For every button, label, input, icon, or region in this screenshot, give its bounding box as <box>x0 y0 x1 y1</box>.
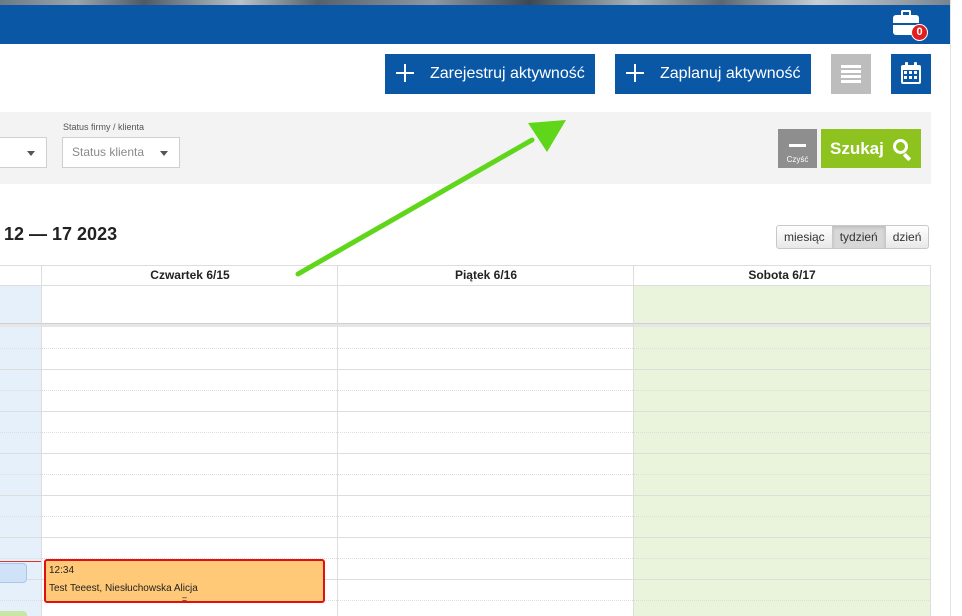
page-scrollbar-area <box>950 0 962 616</box>
event-time: 12:34 <box>49 565 75 576</box>
day-column-divider <box>337 266 338 616</box>
list-icon-line <box>841 65 861 68</box>
day-header-thursday[interactable]: Czwartek 6/15 <box>41 266 338 286</box>
client-status-select[interactable]: Status klienta <box>62 137 180 168</box>
list-icon-line <box>841 75 861 78</box>
time-slot-line <box>0 474 931 475</box>
plan-activity-button[interactable]: Zaplanuj aktywność <box>615 54 811 94</box>
time-slot-line <box>0 516 931 517</box>
clear-filters-label: Czyść <box>786 155 809 164</box>
weekend-column-background <box>634 286 931 616</box>
time-slot-line <box>0 537 931 538</box>
all-day-separator <box>0 323 931 327</box>
cart-count-badge: 0 <box>911 24 928 41</box>
time-slot-line <box>0 432 931 433</box>
time-slot-line <box>0 453 931 454</box>
event-title: Test Teeest, Niesłuchowska Alicja <box>49 583 198 594</box>
current-time-indicator <box>0 561 41 562</box>
clear-filters-button[interactable]: Czyść <box>778 129 817 168</box>
day-header-friday[interactable]: Piątek 6/16 <box>337 266 634 286</box>
day-header-saturday[interactable]: Sobota 6/17 <box>633 266 931 286</box>
plus-icon <box>626 64 644 82</box>
time-slot-line <box>0 348 931 349</box>
chevron-down-icon <box>160 151 168 156</box>
list-view-button[interactable] <box>831 54 871 94</box>
search-icon <box>893 139 908 154</box>
list-icon-line <box>841 80 861 83</box>
plus-icon <box>396 64 414 82</box>
day-column-divider <box>633 266 634 616</box>
time-slot-line <box>0 411 931 412</box>
view-day-button[interactable]: dzień <box>884 225 930 249</box>
plan-activity-label: Zaplanuj aktywność <box>660 65 801 82</box>
calendar-event-partial[interactable] <box>0 611 27 616</box>
view-week-button[interactable]: tydzień <box>831 225 886 249</box>
calendar-event[interactable]: 12:34 Test Teeest, Niesłuchowska Alicja … <box>44 559 325 604</box>
client-status-label: Status firmy / klienta <box>63 122 145 132</box>
day-column-divider <box>41 266 42 616</box>
top-navigation-bar <box>0 5 950 44</box>
search-button[interactable]: Szukaj <box>821 129 921 168</box>
calendar-event-partial[interactable] <box>0 563 27 583</box>
calendar-view-button[interactable] <box>891 54 931 94</box>
event-resize-handle[interactable]: = <box>46 594 323 604</box>
search-button-label: Szukaj <box>830 139 884 158</box>
app-root: 0 Zarejestruj aktywność Zaplanuj aktywno… <box>0 0 962 616</box>
register-activity-button[interactable]: Zarejestruj aktywność <box>385 54 595 94</box>
day-column-divider <box>930 266 931 616</box>
list-icon-line <box>841 70 861 73</box>
calendar-icon-body <box>901 65 921 84</box>
chevron-down-icon <box>27 151 35 156</box>
register-activity-label: Zarejestruj aktywność <box>430 65 585 82</box>
day-header-partial <box>0 266 42 286</box>
filter-select-partial[interactable] <box>0 137 47 168</box>
client-status-placeholder: Status klienta <box>72 145 145 159</box>
time-slot-line <box>0 369 931 370</box>
view-month-button[interactable]: miesiąc <box>776 225 833 249</box>
calendar-view-switch: miesiąc tydzień dzień <box>776 225 930 249</box>
minus-icon <box>789 144 806 147</box>
calendar-date-range-title: 12 — 17 2023 <box>4 224 118 244</box>
time-slot-line <box>0 390 931 391</box>
time-slot-line <box>0 495 931 496</box>
